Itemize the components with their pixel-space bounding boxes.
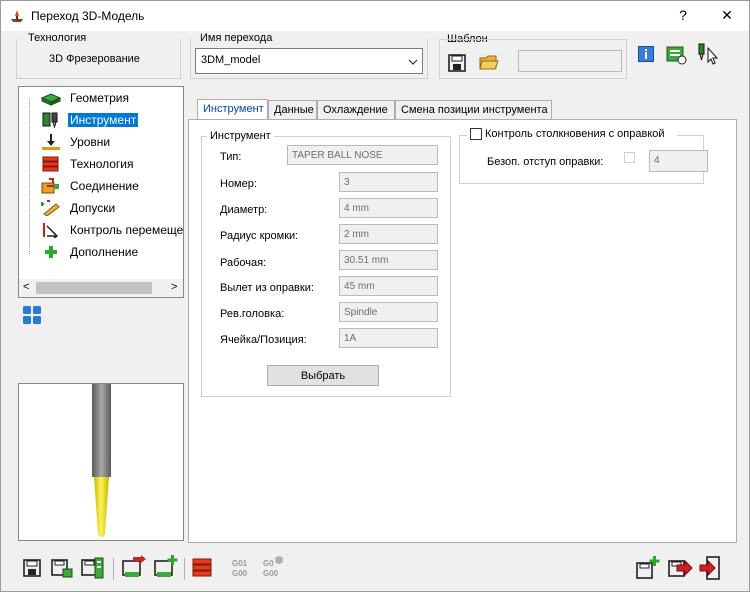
chevron-down-icon[interactable] — [408, 58, 418, 66]
holder-clearance-field[interactable]: 4 — [649, 150, 708, 172]
window-title: Переход 3D-Модель — [31, 9, 145, 23]
tool-number-label: Номер: — [220, 178, 257, 190]
tab-tool[interactable]: Инструмент — [197, 99, 268, 120]
help-button[interactable]: ? — [669, 7, 697, 23]
tool-pocket-label: Ячейка/Позиция: — [220, 334, 307, 346]
tree-item-label: Геометрия — [70, 91, 129, 105]
save-as-icon[interactable] — [51, 557, 73, 579]
tool-type-label: Тип: — [220, 151, 242, 163]
tree-item-label: Технология — [70, 157, 134, 171]
tool-group-label: Инструмент — [207, 130, 274, 142]
tab-cooling[interactable]: Охлаждение — [317, 100, 395, 119]
tool-corner-radius-field[interactable]: 2 mm — [339, 224, 438, 244]
tool-pointer-icon[interactable] — [695, 42, 721, 66]
stock-layers-icon[interactable] — [191, 557, 213, 579]
tree-item-label: Инструмент — [68, 113, 139, 127]
gcode-sim-icon[interactable]: G0 G00 — [262, 555, 286, 579]
bottom-toolbar: G01 G00 G0 G00 — [1, 549, 749, 591]
tree-item-label: Допуски — [70, 201, 116, 215]
tolerance-icon — [41, 200, 60, 216]
technology-value: 3D Фрезерование — [49, 53, 140, 65]
tree-item-geometry[interactable]: Геометрия — [41, 88, 183, 108]
app-icon — [11, 10, 23, 22]
tool-shank — [92, 384, 111, 477]
info-icon[interactable] — [638, 46, 654, 62]
holder-collision-checkbox[interactable] — [470, 128, 482, 140]
holder-clearance-checkbox[interactable] — [624, 152, 635, 163]
tool-diameter-field[interactable]: 4 mm — [339, 198, 438, 218]
tool-db-icon[interactable] — [665, 43, 687, 65]
tree-item-levels[interactable]: Уровни — [41, 132, 183, 152]
tool-diameter-label: Диаметр: — [220, 204, 268, 216]
tree-item-label: Дополнение — [70, 245, 139, 259]
select-tool-button[interactable]: Выбрать — [267, 365, 379, 386]
tool-overhang-label: Вылет из оправки: — [220, 282, 314, 294]
holder-collision-header: Контроль столкновения с оправкой — [467, 127, 677, 142]
save-all-icon[interactable] — [81, 556, 105, 580]
tool-number-field[interactable]: 3 — [339, 172, 438, 192]
technology-icon — [42, 156, 59, 172]
motion-control-icon — [43, 223, 59, 238]
tree-item-motion-control[interactable]: Контроль перемеще — [41, 220, 184, 240]
link-icon — [41, 178, 59, 194]
toolbar-separator — [113, 558, 114, 580]
tab-data[interactable]: Данные — [268, 100, 317, 119]
tree-item-tolerance[interactable]: Допуски — [41, 198, 183, 218]
title-bar: Переход 3D-Модель ? ✕ — [1, 1, 749, 31]
tree-item-label: Уровни — [70, 135, 111, 149]
scroll-thumb[interactable] — [36, 282, 152, 294]
tool-preview — [18, 383, 184, 541]
tab-tool-change[interactable]: Смена позиции инструмента — [395, 100, 552, 119]
tool-corner-radius-label: Радиус кромки: — [220, 230, 299, 242]
svg-text:G00: G00 — [232, 569, 248, 578]
tree-item-link[interactable]: Соединение — [41, 176, 183, 196]
svg-text:G0: G0 — [263, 559, 274, 568]
layout-grid-icon[interactable] — [22, 305, 42, 325]
save-to-db-icon[interactable] — [121, 555, 147, 581]
add-next-icon[interactable] — [635, 555, 661, 581]
tree-item-label: Соединение — [70, 179, 139, 193]
svg-text:G01: G01 — [232, 559, 248, 568]
settings-tree: Геометрия Инструмент Уровни Технология С… — [18, 86, 184, 298]
toolbar-separator — [184, 558, 185, 580]
scroll-right-arrow[interactable]: > — [171, 281, 177, 293]
holder-clearance-label: Безоп. отступ оправки: — [487, 156, 604, 168]
tool-tip — [94, 477, 109, 538]
tool-turret-label: Рев.головка: — [220, 308, 285, 320]
operation-name-combobox[interactable]: 3DM_model — [195, 48, 423, 74]
dialog-window: Переход 3D-Модель ? ✕ Технология 3D Фрез… — [0, 0, 750, 592]
close-button[interactable]: ✕ — [713, 7, 741, 24]
tool-overhang-field[interactable]: 45 mm — [339, 276, 438, 296]
operation-name-value: 3DM_model — [201, 54, 261, 66]
tool-turret-field[interactable]: Spindle — [339, 302, 438, 322]
add-to-db-icon[interactable] — [153, 555, 179, 581]
tree-item-label: Контроль перемеще — [70, 223, 184, 237]
template-open-icon[interactable] — [478, 51, 500, 73]
levels-icon — [42, 134, 60, 150]
tool-working-length-label: Рабочая: — [220, 257, 267, 269]
save-icon[interactable] — [23, 559, 41, 577]
addition-icon — [45, 246, 57, 258]
tool-working-length-field[interactable]: 30.51 mm — [339, 250, 438, 270]
tool-type-field[interactable]: TAPER BALL NOSE — [287, 145, 438, 165]
tool-preview-drawing — [92, 384, 111, 538]
tool-pocket-field[interactable]: 1A — [339, 328, 438, 348]
tree-item-addition[interactable]: Дополнение — [41, 242, 183, 262]
tree-line — [29, 99, 31, 254]
holder-collision-label: Контроль столкновения с оправкой — [485, 128, 665, 140]
template-save-icon[interactable] — [448, 54, 466, 72]
scroll-left-arrow[interactable]: < — [23, 281, 29, 293]
geometry-icon — [41, 93, 61, 106]
tree-item-tool[interactable]: Инструмент — [41, 110, 183, 130]
tool-icon — [42, 112, 58, 128]
svg-text:G00: G00 — [263, 569, 279, 578]
tree-item-technology[interactable]: Технология — [41, 154, 183, 174]
exit-icon[interactable] — [699, 555, 721, 581]
gcode-icon[interactable]: G01 G00 — [231, 557, 253, 579]
template-name-field[interactable] — [518, 50, 622, 72]
save-exit-icon[interactable] — [667, 555, 693, 581]
tree-horizontal-scrollbar[interactable]: < > — [19, 279, 183, 297]
